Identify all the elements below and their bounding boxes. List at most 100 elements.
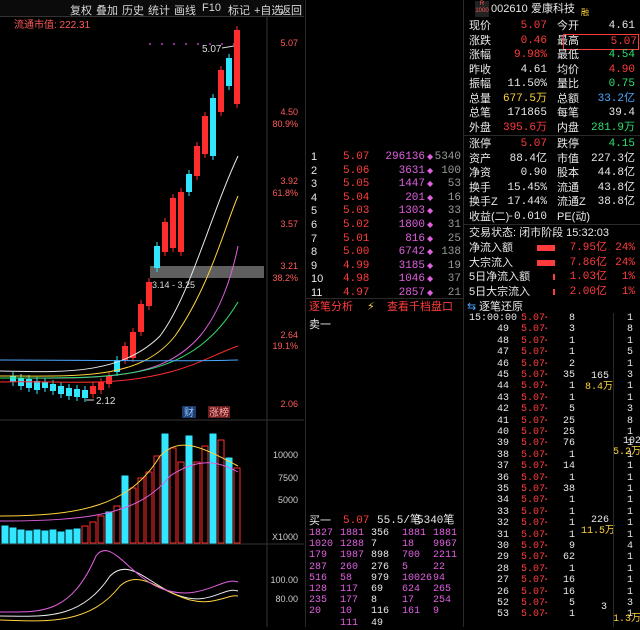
flow-bar [537, 259, 555, 266]
kdj-j-line [0, 550, 239, 613]
volume-bar [169, 447, 177, 544]
tick-marker: ▪ [545, 440, 548, 447]
queue-cell: 898 [371, 550, 390, 562]
tick-time: 49 [496, 324, 509, 336]
tick-buy: 1 [627, 495, 634, 507]
kline-chart-svg[interactable]: 流通市值: 222.31 5.07 4.50 3.92 3.57 3.21 2.64 2.06… [0, 16, 304, 627]
tick-volume: 1 [568, 381, 575, 393]
vol-unit: X1000 [272, 532, 298, 542]
tick-volume: 25 [562, 427, 575, 438]
tick-price: 5.07 [521, 575, 546, 587]
trade-status: 交易状态: 闭市阶段 15:32:03 [469, 227, 609, 239]
tick-price: 5.07 [521, 313, 546, 324]
book-count: 33 [447, 205, 461, 218]
queue-cell: 287 [309, 561, 328, 573]
queue-cell: 979 [371, 572, 390, 584]
tick-marker: ▪ [545, 451, 548, 458]
queue-cell: 1987 [340, 550, 365, 562]
buy1-price: 5.07 [343, 515, 370, 527]
tick-price: 5.07 [521, 529, 546, 541]
book-volume: 201 [405, 191, 425, 204]
tab-depth-book: 查看千档盘口 [387, 301, 453, 313]
quote-value: 38.8亿 [597, 196, 635, 208]
tick-marker: ▪ [545, 565, 548, 572]
queue-cell: 117 [340, 584, 359, 595]
tick-price: 5.07 [521, 552, 546, 564]
candle [66, 388, 72, 396]
badge-r: R [479, 1, 485, 7]
queue-cell: 5 [402, 561, 409, 573]
price-axis-label: 2.06 [280, 399, 298, 409]
quote-value: 0.46 [520, 34, 547, 47]
book-level: 6 [311, 219, 318, 231]
flow-label: 5日净流入额 [469, 271, 531, 283]
candle [170, 198, 176, 248]
tick-price: 5.07 [521, 415, 546, 427]
quote-value: 227.3亿 [590, 152, 635, 165]
badge-code: 1000 [475, 8, 489, 14]
flow-pct: 1% [621, 285, 635, 298]
volume-bar [129, 487, 137, 544]
book-level: 7 [311, 232, 318, 245]
tick-volume: 1 [568, 609, 575, 621]
tick-buy: 1 [627, 313, 634, 324]
tab-tick-restore: 逐笔还原 [479, 301, 523, 313]
quote-value: 281.9万 [590, 121, 635, 134]
tab-tick-analysis: 逐笔分析 [309, 301, 353, 313]
book-price: 5.03 [343, 205, 370, 218]
flow-bar [552, 274, 555, 280]
tick-marker: ▪ [545, 543, 548, 549]
queue-cell: 1020 [309, 539, 334, 551]
book-price: 5.00 [343, 246, 370, 259]
tick-marker: ▪ [545, 611, 548, 618]
tick-side: 11.5万 [581, 526, 616, 537]
book-count: 100 [441, 164, 461, 177]
candle [106, 376, 112, 384]
high-arrow [221, 45, 235, 49]
buy1-count: 5340笔 [417, 515, 455, 527]
tick-marker: ▪ [545, 383, 548, 390]
low-label: 2.12 [96, 396, 116, 407]
tick-price: 5.07 [521, 484, 546, 495]
tick-price: 5.07 [521, 347, 546, 359]
tick-price: 5.07 [521, 609, 546, 621]
flow-label: 5日大宗流入 [469, 285, 531, 298]
divider [463, 0, 464, 627]
book-level: 4 [311, 191, 318, 204]
quote-value: 171865 [507, 107, 547, 119]
volume-bar [1, 525, 9, 544]
book-count: 16 [447, 191, 461, 204]
tick-marker: ▪ [545, 554, 548, 561]
candle [90, 386, 96, 394]
toolbar-item-5[interactable]: F10 [202, 2, 221, 14]
quote-value: 9.98% [513, 49, 547, 61]
quote-value: 0.75 [608, 78, 635, 90]
book-count: 31 [447, 219, 461, 231]
tick-price: 5.07 [521, 541, 546, 552]
pct-axis-label: 38.2% [272, 273, 298, 283]
tick-time: 32 [496, 518, 509, 530]
tick-price: 5.07 [521, 506, 546, 518]
volume-bar [217, 439, 225, 544]
quote-value: 88.4亿 [509, 152, 547, 165]
tick-volume: 1 [568, 472, 575, 484]
kline-chart-area[interactable]: 流通市值: 222.31 5.07 4.50 3.92 3.57 3.21 2.64 2.06… [0, 16, 304, 627]
tick-marker: ▪ [545, 486, 548, 492]
queue-cell: 1881 [433, 528, 458, 539]
book-price: 5.07 [343, 151, 370, 163]
volume-bar [185, 435, 193, 544]
candle [138, 304, 144, 332]
tick-buy: 1 [627, 381, 634, 393]
tick-buy: 1 [627, 484, 634, 495]
tick-volume: 2 [568, 358, 575, 370]
ma-line [0, 245, 239, 379]
queue-cell: 69 [371, 584, 384, 595]
tick-volume: 1 [568, 518, 575, 530]
tick-marker: ▪ [545, 508, 548, 515]
tick-buy: 8 [627, 324, 634, 336]
ind-axis-label: 100.00 [270, 575, 298, 585]
candle [58, 386, 64, 394]
candle [210, 98, 216, 156]
tick-buy: 1 [627, 563, 634, 575]
tick-marker: ▪ [545, 531, 548, 538]
